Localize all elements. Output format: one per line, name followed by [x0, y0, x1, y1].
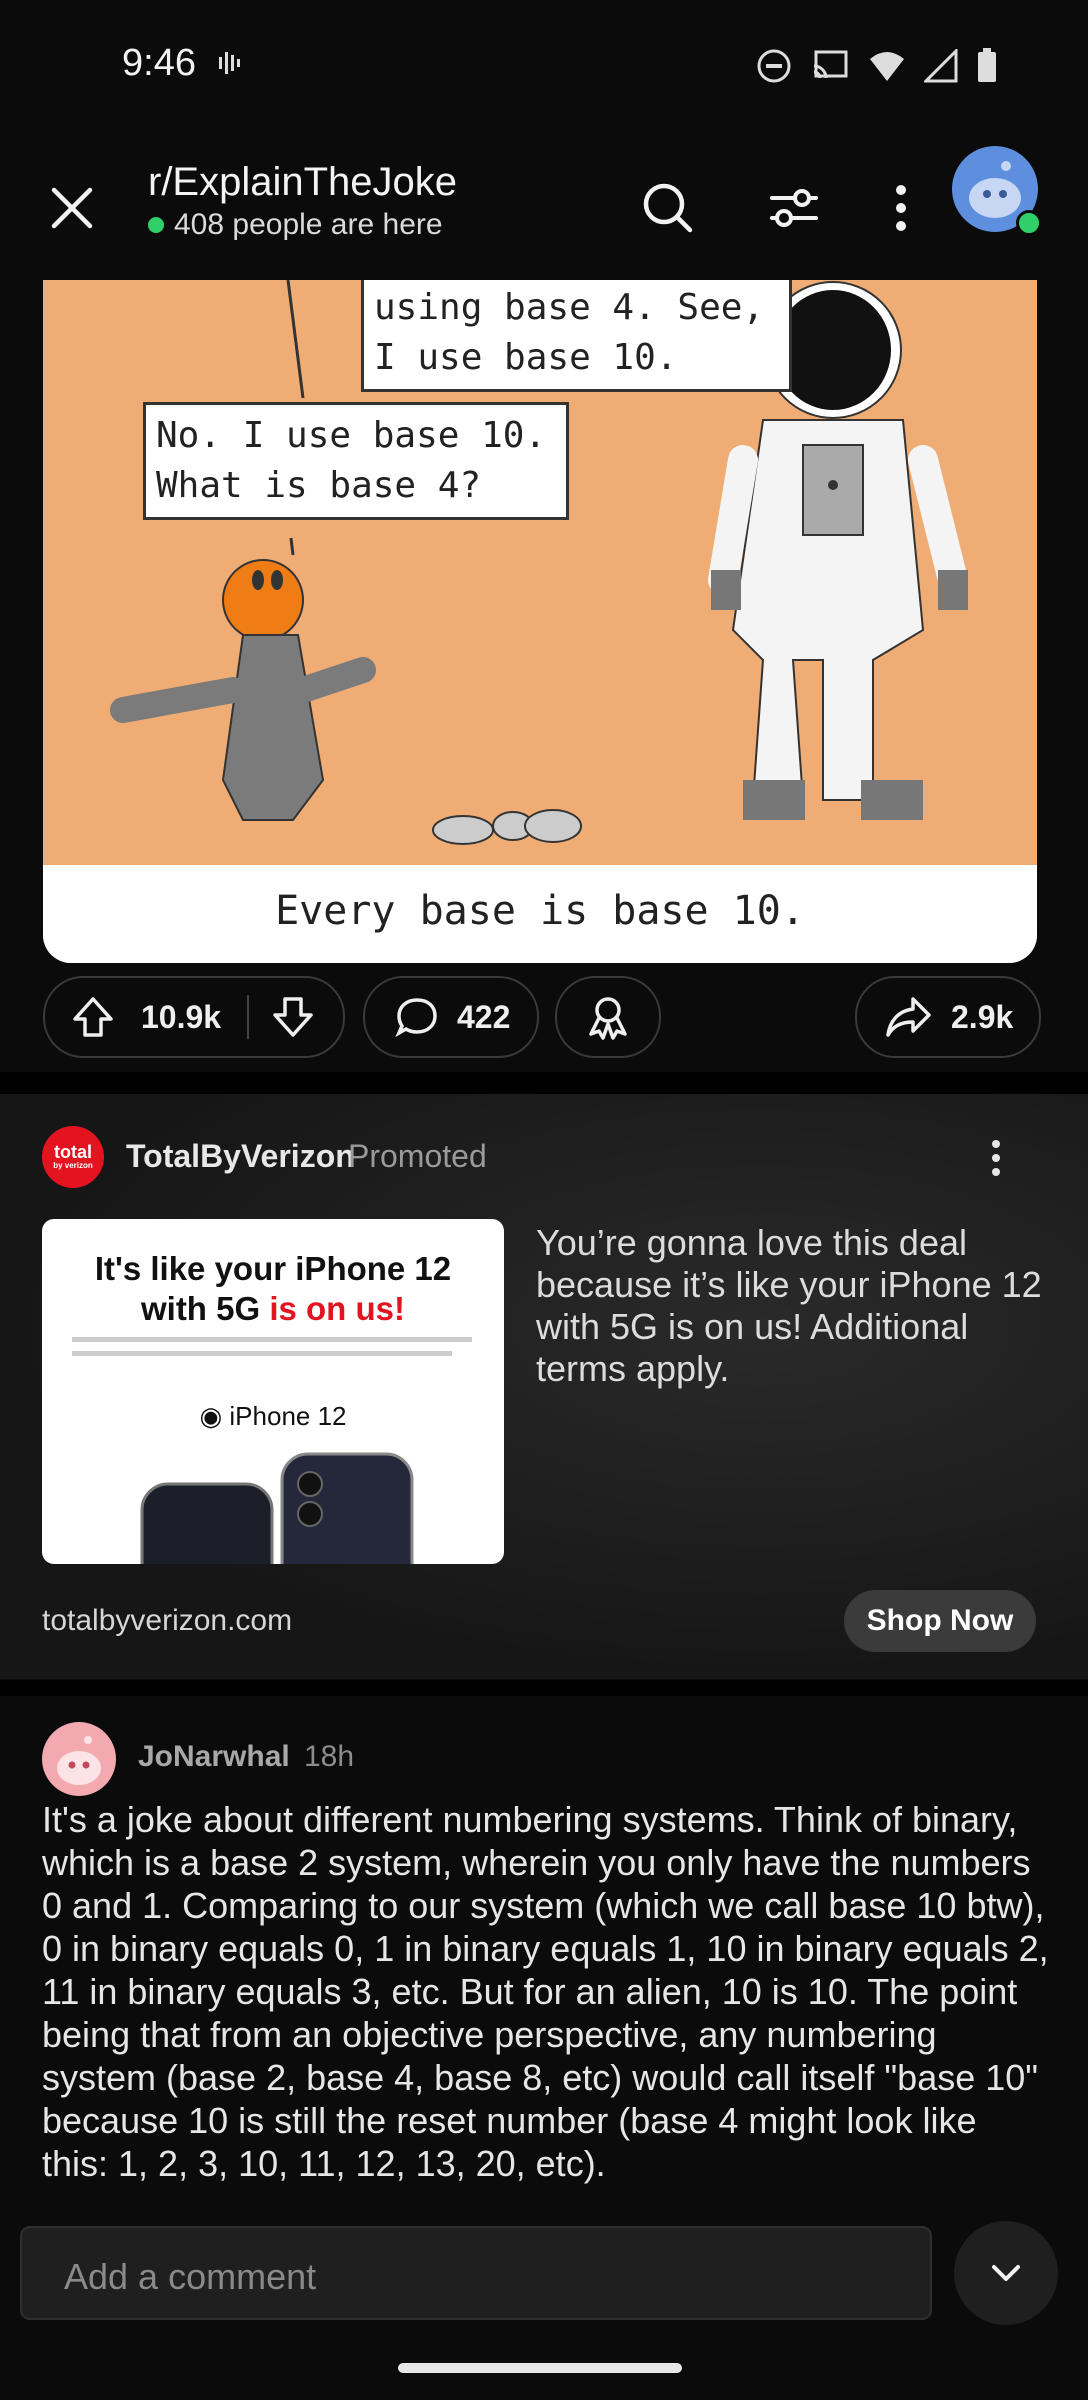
- post-image[interactable]: using base 4. See, I use base 10. No. I …: [43, 280, 1037, 963]
- share-button[interactable]: 2.9k: [855, 976, 1041, 1058]
- subreddit-header: r/ExplainTheJoke 408 people are here: [0, 130, 1088, 280]
- post-actions: 10.9k 422 2.9k: [0, 970, 1088, 1070]
- search-icon[interactable]: [640, 180, 696, 236]
- comments-button[interactable]: 422: [363, 976, 539, 1058]
- ad-headline-line-1: It's like your iPhone 12: [94, 1250, 452, 1287]
- comment-placeholder: Add a comment: [64, 2256, 317, 2297]
- logo-text-main: total: [54, 1142, 92, 1162]
- award-icon: [589, 997, 627, 1040]
- logo-text-sub: by verizon: [53, 1161, 93, 1170]
- commenter-avatar[interactable]: [42, 1722, 116, 1796]
- close-icon[interactable]: [46, 182, 98, 234]
- filter-icon[interactable]: [766, 180, 822, 236]
- status-bar: 9:46: [0, 0, 1088, 130]
- avatar-online-dot: [1016, 210, 1042, 236]
- promoted-post[interactable]: total by verizon TotalByVerizon Promoted…: [0, 1094, 1088, 1679]
- comment-count: 422: [457, 998, 511, 1035]
- comic-caption: Every base is base 10.: [275, 888, 805, 934]
- speech-bubble-left: No. I use base 10. What is base 4?: [143, 402, 569, 520]
- ad-domain[interactable]: totalbyverizon.com: [42, 1604, 292, 1638]
- bubble-top-line-1: using base 4. See,: [374, 287, 765, 328]
- collapse-button[interactable]: [954, 2221, 1058, 2325]
- bubble-left-line-1: No. I use base 10.: [156, 415, 547, 456]
- ad-headline-line-2: with 5G is on us!: [42, 1289, 504, 1329]
- online-indicator: 408 people are here: [148, 208, 443, 242]
- advertiser-name[interactable]: TotalByVerizon: [126, 1138, 355, 1175]
- bubble-left-line-2: What is base 4?: [156, 465, 482, 506]
- subreddit-name[interactable]: r/ExplainTheJoke: [148, 160, 457, 205]
- ad-more-options-icon[interactable]: [984, 1136, 1008, 1180]
- more-options-icon[interactable]: [886, 180, 916, 236]
- signal-icon: [924, 49, 958, 83]
- downvote-icon[interactable]: [271, 995, 315, 1039]
- promoted-label: Promoted: [348, 1138, 487, 1174]
- section-divider-2: [0, 1680, 1088, 1696]
- ad-headline-on-us: is on us!: [269, 1290, 406, 1327]
- upvote-count: 10.9k: [141, 998, 222, 1035]
- do-not-disturb-icon: [757, 49, 791, 83]
- advertiser-logo[interactable]: total by verizon: [42, 1126, 104, 1188]
- bubble-top-line-2: I use base 10.: [374, 337, 678, 378]
- ad-fine-print: [72, 1337, 472, 1342]
- vote-divider: [247, 995, 250, 1039]
- comment-icon: [395, 998, 437, 1038]
- apple-icon: ◉: [199, 1401, 230, 1431]
- online-dot: [148, 217, 164, 233]
- phone-image: [140, 1452, 414, 1564]
- ad-image[interactable]: It's like your iPhone 12 with 5G is on u…: [42, 1219, 504, 1564]
- add-comment-input[interactable]: Add a comment: [20, 2226, 932, 2320]
- shop-now-button[interactable]: Shop Now: [844, 1590, 1036, 1652]
- comment-author[interactable]: JoNarwhal: [138, 1740, 290, 1774]
- comment[interactable]: JoNarwhal 18h It's a joke about differen…: [0, 1696, 1088, 2216]
- home-indicator[interactable]: [398, 2363, 682, 2373]
- comment-timestamp: 18h: [304, 1740, 355, 1773]
- ad-fine-print-2: [72, 1351, 452, 1356]
- speech-bubble-top: using base 4. See, I use base 10.: [361, 280, 792, 392]
- ad-description: You’re gonna love this deal because it’s…: [536, 1222, 1042, 1389]
- vote-pill: 10.9k: [43, 976, 345, 1058]
- online-count: 408 people are here: [174, 208, 443, 241]
- ad-headline-5g: with 5G: [140, 1290, 270, 1327]
- award-button[interactable]: [555, 976, 661, 1058]
- chevron-down-icon: [992, 2265, 1020, 2281]
- status-time: 9:46: [122, 42, 196, 84]
- battery-icon: [978, 48, 996, 82]
- cast-icon: [813, 50, 848, 79]
- share-count: 2.9k: [951, 998, 1014, 1035]
- ad-product-label: iPhone 12: [229, 1401, 347, 1431]
- upvote-icon[interactable]: [71, 995, 115, 1039]
- status-icons: [756, 48, 998, 84]
- share-icon: [886, 997, 931, 1037]
- vibrate-icon: [219, 52, 240, 74]
- comment-body: It's a joke about different numbering sy…: [42, 1799, 1049, 2184]
- wifi-icon: [870, 52, 904, 81]
- section-divider: [0, 1072, 1088, 1094]
- ad-image-headline: It's like your iPhone 12 with 5G is on u…: [42, 1249, 504, 1329]
- ad-product-name: ◉ iPhone 12: [42, 1401, 504, 1432]
